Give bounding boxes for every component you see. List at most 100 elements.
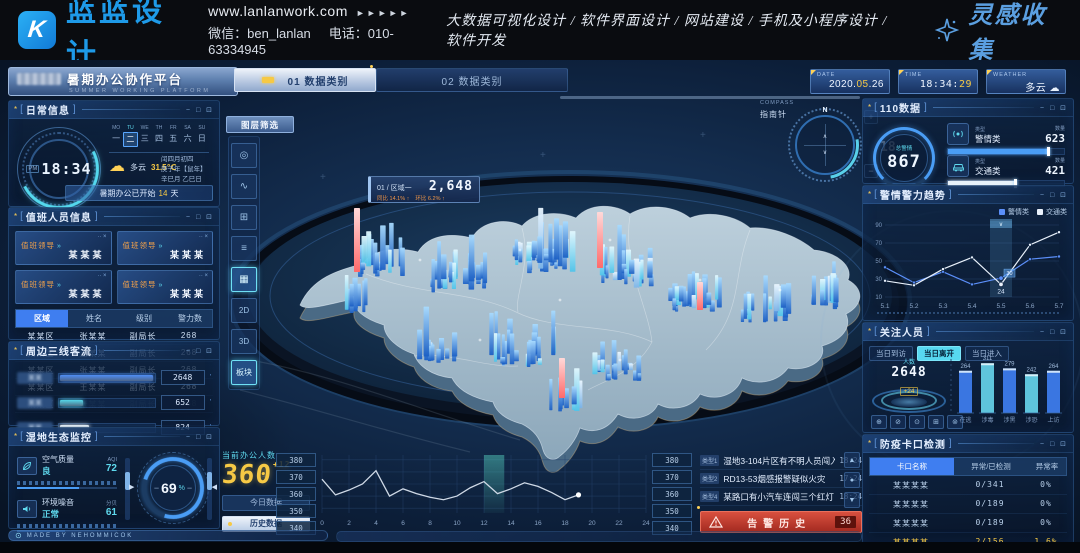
layer-button-grid-icon[interactable]: ⊞ [231, 205, 257, 230]
focus-bar-chart[interactable]: 264在逃311涉毒279涉黑242涉恐264上访 [947, 343, 1069, 429]
panel-title: 110数据 [880, 100, 921, 115]
card-more-icon[interactable]: ·· × [97, 273, 106, 279]
focus-tool-icon-3[interactable]: ⊞ [928, 415, 944, 429]
card-more-icon[interactable]: ·· × [199, 273, 208, 279]
scroll-up-button[interactable]: ▲ [844, 452, 860, 468]
gauge-right-arrow-icon[interactable]: ◀ [212, 483, 217, 491]
legend-item[interactable]: 警情类 [999, 207, 1029, 217]
type-count: 421 [1045, 164, 1065, 177]
weekday-cn[interactable]: 一 [109, 132, 123, 147]
gauge-left-arrow-icon[interactable]: ▶ [129, 483, 134, 491]
duty-col-header[interactable]: 级别 [120, 310, 168, 327]
lunar-calendar: 闰四月初四 庚子年【鼠年】 辛巳月 乙巳日 [161, 155, 207, 185]
checkpoint-col-header[interactable]: 异常率 [1028, 458, 1066, 475]
layer-button-bar-chart-icon[interactable]: ▦ [231, 267, 257, 292]
window-controls[interactable]: − □ ⊡ [1040, 104, 1068, 112]
weekday-cn[interactable]: 六 [180, 132, 194, 147]
noise-metric: 环境噪音 正常 分贝61 [17, 497, 117, 532]
flow-value: 2648 [161, 370, 205, 385]
wechat-label: 微信：ben_lanlan [208, 26, 311, 41]
alert-history-banner[interactable]: 告警历史 36 [700, 511, 862, 533]
layer-buttons: ◎ ∿ ⊞ ≡ ▦ 2D 3D 板块 [228, 136, 260, 390]
window-controls[interactable]: − □ ⊡ [186, 347, 214, 355]
duty-col-header[interactable]: 区域 [16, 310, 68, 327]
card-more-icon[interactable]: ·· × [199, 234, 208, 240]
svg-text:0: 0 [320, 520, 324, 527]
svg-text:+: + [320, 172, 326, 183]
legend-item[interactable]: 交通类 [1037, 207, 1067, 217]
layer-filter-title: 图层筛选 [226, 116, 294, 133]
lanlan-logo-icon: K [18, 11, 56, 49]
focus-tool-icon-2[interactable]: ⊙ [909, 415, 925, 429]
tab-data-category-1[interactable]: 01 数据类别 [234, 68, 376, 92]
window-controls[interactable]: − □ ⊡ [186, 106, 214, 114]
svg-text:16: 16 [534, 520, 542, 527]
checkpoint-col-header[interactable]: 卡口名称 [870, 458, 954, 475]
panel-focus-people: *[关注人员]− □ ⊡ 当日到访当日离开当日进入 人数 2648 +24 ⊕⊘… [862, 322, 1074, 433]
layer-button-signal-icon[interactable]: ∿ [231, 174, 257, 199]
focus-tool-icon-0[interactable]: ⊕ [871, 415, 887, 429]
scroll-down-button[interactable]: ▼ [844, 492, 860, 508]
office-line-chart[interactable]: 024681012141618202224 [318, 451, 650, 533]
site-url[interactable]: www.lanlanwork.com [208, 3, 348, 19]
yaxis-tick: 370 [276, 470, 316, 484]
weather-text: 多云 [130, 162, 146, 173]
alert-row[interactable]: 类型2RD13-53烟感报警疑似火灾17:24 [700, 470, 862, 488]
window-controls[interactable]: − □ ⊡ [186, 213, 214, 221]
flow-bars: 某某2648'某某652'某某824' [9, 370, 219, 435]
layer-button-2d[interactable]: 2D [231, 298, 257, 323]
layer-button-3d[interactable]: 3D [231, 329, 257, 354]
svg-text:264: 264 [1048, 364, 1059, 370]
svg-text:22: 22 [615, 520, 623, 527]
window-controls[interactable]: − □ ⊡ [1040, 440, 1068, 448]
checkpoint-header[interactable]: 卡口名称异常/已检测异常率 [869, 457, 1067, 476]
alert-row[interactable]: 类型1湿地3-104片区有不明人员闯入18:24 [700, 452, 862, 470]
alert-type-row: 类型交通类数量421 [947, 155, 1065, 187]
alert-row[interactable]: 类型4某路口有小汽车连闯三个红灯18:24 [700, 488, 862, 506]
focus-ring: 人数 2648 +24 [873, 357, 945, 413]
inspiration-collect[interactable]: 灵感收集 [934, 0, 1060, 65]
weekday-en: TH [152, 125, 166, 131]
office-yaxis-left: 380370360350340 [276, 453, 316, 535]
air-value: 72 [106, 463, 117, 474]
banner-corner-dot [697, 506, 700, 509]
svg-text:5.1: 5.1 [880, 303, 889, 310]
scroll-pause-button[interactable]: ● [844, 472, 860, 488]
duty-leader-card[interactable]: 值班领导»·· ×某某某 [15, 270, 112, 304]
duty-table-header[interactable]: 区域姓名级别警力数 [15, 309, 213, 328]
window-controls[interactable]: − □ ⊡ [186, 433, 214, 441]
compass-dial[interactable]: N ∧ ∨ [788, 108, 862, 182]
duty-col-header[interactable]: 警力数 [168, 310, 212, 327]
gauge-slider-right[interactable] [207, 458, 212, 520]
checkpoint-col-header[interactable]: 异常/已检测 [954, 458, 1028, 475]
window-controls[interactable]: − □ ⊡ [1040, 191, 1068, 199]
duty-col-header[interactable]: 姓名 [68, 310, 120, 327]
flow-track [58, 373, 156, 383]
layer-button-locate-icon[interactable]: ◎ [231, 143, 257, 168]
flow-line-label: 某某 [17, 397, 53, 409]
tab-data-category-2[interactable]: 02 数据类别 [376, 68, 568, 92]
duty-leader-card[interactable]: 值班领导»·· ×某某某 [15, 231, 112, 265]
weekday-cn[interactable]: 四 [152, 132, 166, 147]
duty-leader-card[interactable]: 值班领导»·· ×某某某 [117, 270, 214, 304]
focus-tool-icon-1[interactable]: ⊘ [890, 415, 906, 429]
layer-button-板块[interactable]: 板块 [231, 360, 257, 385]
arrows-icon: ►►►►► [356, 8, 411, 18]
weekday-cn[interactable]: 五 [166, 132, 180, 147]
svg-text:242: 242 [1026, 367, 1037, 373]
svg-text:14: 14 [507, 520, 515, 527]
duty-leader-card[interactable]: 值班领导»·· ×某某某 [117, 231, 214, 265]
layer-button-list-icon[interactable]: ≡ [231, 236, 257, 261]
weekday-cn[interactable]: 三 [138, 132, 152, 147]
panel-110-data: *[110数据]− □ ⊡ 总警情867 类型警情类数量623类型交通类数量42… [862, 98, 1074, 184]
svg-text:5.3: 5.3 [938, 303, 947, 310]
weekday-cn[interactable]: 二 [123, 132, 137, 147]
alert-list: 类型1湿地3-104片区有不明人员闯入18:24类型2RD13-53烟感报警疑似… [700, 452, 862, 506]
time-cell: TIME 18:34:29 [898, 69, 978, 94]
chevron-right-icon: » [159, 282, 163, 289]
weekday-cn[interactable]: 日 [195, 132, 209, 147]
trend-line-chart[interactable]: 9070503010∨24305.15.25.35.45.55.65.7 [869, 217, 1065, 317]
panel-checkpoint: *[防疫卡口检测]− □ ⊡ 卡口名称异常/已检测异常率 某某某某0/3410%… [862, 434, 1074, 544]
window-controls[interactable]: − □ ⊡ [1040, 328, 1068, 336]
card-more-icon[interactable]: ·· × [97, 234, 106, 240]
